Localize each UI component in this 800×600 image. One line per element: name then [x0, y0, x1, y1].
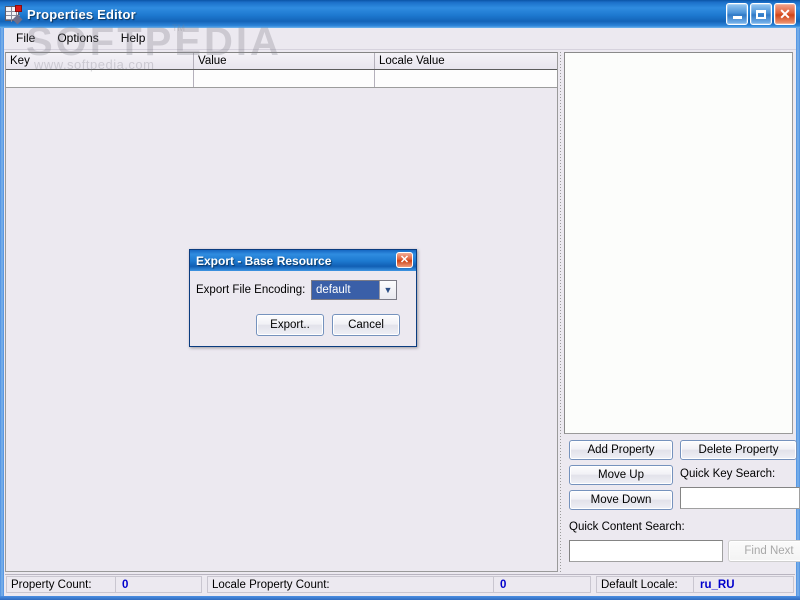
column-header-key[interactable]: Key	[6, 53, 194, 69]
close-button[interactable]: ✕	[774, 3, 796, 25]
right-pane: Add Property Delete Property Move Up Mov…	[564, 52, 800, 572]
window-title: Properties Editor	[27, 6, 136, 22]
menu-item-help[interactable]: Help	[117, 29, 156, 48]
move-up-button[interactable]: Move Up	[569, 465, 673, 485]
dialog-body: Export File Encoding: default ▼ Export..…	[190, 271, 416, 348]
minimize-icon	[732, 16, 742, 19]
cell-locale-value[interactable]	[375, 70, 557, 87]
cell-value[interactable]	[194, 70, 375, 87]
chevron-down-icon[interactable]: ▼	[379, 281, 396, 299]
column-header-value[interactable]: Value	[194, 53, 375, 69]
quick-key-search-label: Quick Key Search:	[680, 468, 776, 480]
locale-property-count-label: Locale Property Count:	[212, 578, 330, 591]
property-count-value: 0	[122, 578, 129, 591]
cancel-button[interactable]: Cancel	[332, 314, 400, 336]
menubar: File Options Help	[4, 28, 796, 50]
export-dialog: Export - Base Resource ✕ Export File Enc…	[189, 249, 417, 347]
window-frame-right	[796, 28, 800, 600]
status-default-locale: Default Locale: ru_RU	[596, 576, 794, 593]
properties-grid-icon	[4, 5, 23, 25]
property-controls: Add Property Delete Property Move Up Mov…	[564, 434, 800, 572]
move-down-button[interactable]: Move Down	[569, 490, 673, 510]
locale-value-textarea[interactable]	[564, 52, 793, 434]
menu-item-options[interactable]: Options	[53, 29, 108, 48]
quick-content-search-label: Quick Content Search:	[569, 521, 685, 533]
statusbar: Property Count: 0 Locale Property Count:…	[5, 574, 795, 594]
add-property-button[interactable]: Add Property	[569, 440, 673, 460]
status-property-count: Property Count: 0	[6, 576, 202, 593]
cell-key[interactable]	[6, 70, 194, 87]
default-locale-value: ru_RU	[700, 578, 735, 591]
export-encoding-label: Export File Encoding:	[196, 284, 306, 296]
export-encoding-value: default	[312, 281, 379, 299]
close-icon: ✕	[399, 253, 410, 266]
application-window: Properties Editor ✕ File Options Help Ke…	[0, 0, 800, 600]
dialog-title: Export - Base Resource	[196, 253, 332, 268]
dialog-close-button[interactable]: ✕	[396, 252, 413, 268]
locale-property-count-value: 0	[500, 578, 507, 591]
export-button[interactable]: Export..	[256, 314, 324, 336]
maximize-button[interactable]	[750, 3, 772, 25]
property-count-label: Property Count:	[11, 578, 92, 591]
delete-property-button[interactable]: Delete Property	[680, 440, 797, 460]
maximize-icon	[756, 9, 766, 19]
window-frame-bottom	[0, 596, 800, 600]
table-header-row: Key Value Locale Value	[6, 53, 557, 70]
dialog-titlebar[interactable]: Export - Base Resource ✕	[190, 250, 416, 271]
export-encoding-select[interactable]: default ▼	[311, 280, 397, 300]
quick-key-search-input[interactable]	[680, 487, 800, 509]
menu-item-file[interactable]: File	[12, 29, 45, 48]
quick-content-search-input[interactable]	[569, 540, 723, 562]
default-locale-label: Default Locale:	[601, 578, 678, 591]
find-next-button[interactable]: Find Next	[728, 540, 800, 562]
window-controls: ✕	[726, 3, 796, 25]
window-titlebar[interactable]: Properties Editor ✕	[0, 0, 800, 28]
minimize-button[interactable]	[726, 3, 748, 25]
table-row[interactable]	[6, 70, 557, 88]
close-icon: ✕	[779, 6, 791, 22]
column-header-locale-value[interactable]: Locale Value	[375, 53, 557, 69]
status-locale-property-count: Locale Property Count: 0	[207, 576, 591, 593]
